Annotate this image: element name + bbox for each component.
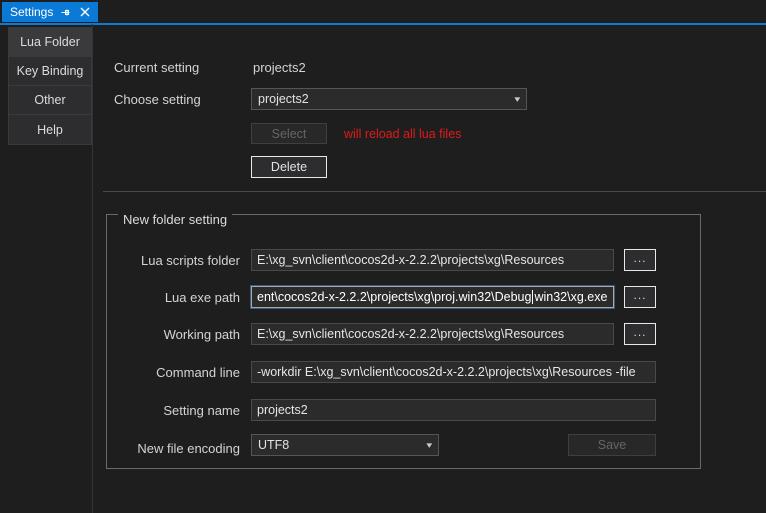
chevron-down-icon: ▾: [514, 93, 521, 104]
working-path-label: Working path: [163, 327, 240, 342]
select-button[interactable]: Select: [251, 123, 327, 144]
working-path-browse-button[interactable]: ...: [624, 323, 656, 345]
chevron-down-icon: ▾: [426, 439, 433, 450]
tab-settings-label: Settings: [10, 5, 54, 19]
new-file-encoding-combobox[interactable]: UTF8 ▾: [251, 434, 439, 456]
lua-scripts-folder-input[interactable]: E:\xg_svn\client\cocos2d-x-2.2.2\project…: [251, 249, 614, 271]
sidebar-item-key-binding[interactable]: Key Binding: [9, 57, 91, 86]
working-path-input[interactable]: E:\xg_svn\client\cocos2d-x-2.2.2\project…: [251, 323, 614, 345]
lua-exe-path-label: Lua exe path: [164, 290, 240, 305]
new-file-encoding-label: New file encoding: [137, 441, 240, 456]
browse-button-label: ...: [633, 287, 647, 302]
sidebar-divider: [92, 24, 93, 513]
section-divider: [103, 191, 766, 192]
lua-exe-path-browse-button[interactable]: ...: [624, 286, 656, 308]
new-file-encoding-value: UTF8: [258, 438, 290, 452]
browse-button-label: ...: [633, 250, 647, 265]
tab-settings[interactable]: Settings: [2, 2, 99, 22]
sidebar-item-label: Help: [37, 122, 63, 137]
lua-exe-path-value-before-caret: ent\cocos2d-x-2.2.2\projects\xg\proj.win…: [257, 290, 532, 304]
lua-scripts-folder-value: E:\xg_svn\client\cocos2d-x-2.2.2\project…: [257, 253, 565, 267]
command-line-label: Command line: [156, 365, 240, 380]
choose-setting-label: Choose setting: [114, 92, 201, 107]
lua-exe-path-input[interactable]: ent\cocos2d-x-2.2.2\projects\xg\proj.win…: [250, 285, 615, 309]
sidebar-item-help[interactable]: Help: [9, 115, 91, 144]
working-path-value: E:\xg_svn\client\cocos2d-x-2.2.2\project…: [257, 327, 565, 341]
save-button-label: Save: [597, 438, 627, 452]
command-line-value: -workdir E:\xg_svn\client\cocos2d-x-2.2.…: [257, 365, 636, 379]
current-setting-label: Current setting: [114, 60, 200, 75]
choose-setting-value: projects2: [258, 92, 309, 106]
browse-button-label: ...: [633, 324, 647, 339]
command-line-input[interactable]: -workdir E:\xg_svn\client\cocos2d-x-2.2.…: [251, 361, 656, 383]
pin-icon[interactable]: [57, 3, 73, 21]
delete-button[interactable]: Delete: [251, 156, 327, 178]
lua-scripts-folder-browse-button[interactable]: ...: [624, 249, 656, 271]
delete-button-label: Delete: [270, 160, 308, 174]
sidebar-item-lua-folder[interactable]: Lua Folder: [9, 28, 91, 57]
choose-setting-combobox[interactable]: projects2 ▾: [251, 88, 527, 110]
setting-name-value: projects2: [257, 403, 308, 417]
close-icon[interactable]: [77, 3, 93, 21]
reload-warning-text: will reload all lua files: [344, 127, 462, 141]
select-button-label: Select: [271, 126, 307, 141]
setting-name-input[interactable]: projects2: [251, 399, 656, 421]
lua-scripts-folder-label: Lua scripts folder: [141, 253, 240, 268]
title-bar: Settings: [0, 0, 766, 24]
setting-name-label: Setting name: [163, 403, 240, 418]
new-folder-setting-group-title: New folder setting: [118, 213, 233, 227]
sidebar-item-other[interactable]: Other: [9, 86, 91, 115]
sidebar-item-label: Other: [34, 93, 66, 107]
sidebar: Lua Folder Key Binding Other Help: [8, 27, 92, 145]
sidebar-item-label: Lua Folder: [20, 35, 80, 49]
current-setting-value: projects2: [253, 60, 306, 75]
title-bar-accent-line: [0, 23, 766, 25]
lua-exe-path-value-after-caret: win32\xg.exe: [534, 290, 608, 304]
save-button[interactable]: Save: [568, 434, 656, 456]
sidebar-item-label: Key Binding: [16, 64, 84, 78]
